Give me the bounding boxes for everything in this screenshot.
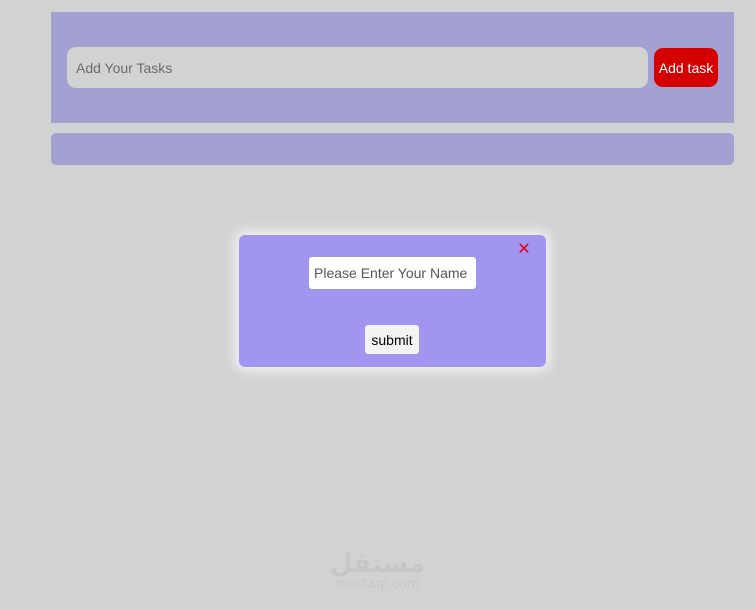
close-icon[interactable]: ✕ <box>517 241 531 259</box>
task-input-panel: Add task <box>51 12 734 123</box>
task-input[interactable] <box>67 47 648 88</box>
watermark-logo: مستقل <box>329 549 426 579</box>
add-task-button[interactable]: Add task <box>654 48 718 87</box>
submit-button[interactable]: submit <box>365 325 419 354</box>
name-modal: ✕ submit <box>239 235 546 367</box>
tasks-list <box>51 133 734 165</box>
watermark-url: mostaql.com <box>335 577 420 592</box>
name-input[interactable] <box>309 257 476 289</box>
watermark: مستقل mostaql.com <box>320 550 435 592</box>
